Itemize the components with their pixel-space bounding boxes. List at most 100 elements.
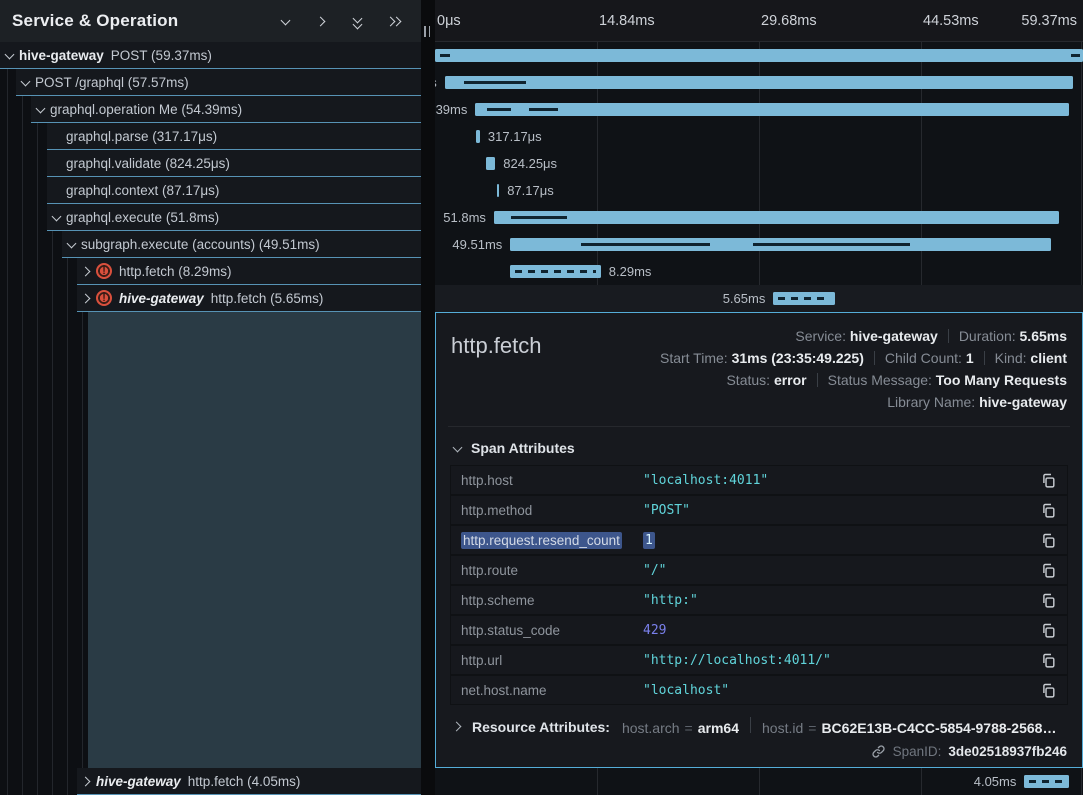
copy-icon[interactable] [1040, 622, 1057, 639]
span-duration-label: 317.17μs [488, 123, 542, 150]
operation-name: graphql.context (87.17μs) [66, 183, 219, 198]
attribute-key: http.route [461, 563, 643, 578]
span-duration-bar[interactable] [510, 238, 1050, 251]
copy-icon[interactable] [1040, 652, 1057, 669]
span-tree-row[interactable]: POST /graphql (57.57ms) [16, 69, 421, 96]
operation-name: http.fetch (4.05ms) [188, 774, 301, 789]
timeline-row[interactable] [435, 42, 1083, 69]
span-duration-bar[interactable] [486, 157, 495, 170]
meta-divider [874, 351, 875, 365]
timeline-row[interactable]: 87.17μs [435, 177, 1083, 204]
meta-label: Child Count: [885, 350, 966, 366]
span-tree-row[interactable]: hive-gatewayPOST (59.37ms) [0, 42, 421, 69]
span-tree-row[interactable]: !http.fetch (8.29ms) [77, 258, 421, 285]
resource-key: host.arch [622, 720, 680, 736]
timeline-axis: 0μs14.84ms29.68ms44.53ms59.37ms [435, 0, 1083, 42]
span-id-row: SpanID: 3de02518937fb246 [451, 744, 1067, 759]
attribute-row[interactable]: http.method"POST" [451, 496, 1067, 524]
chevron-down-icon[interactable] [21, 75, 30, 90]
attribute-row[interactable]: http.host"localhost:4011" [451, 466, 1067, 494]
span-duration-bar[interactable] [494, 211, 1059, 224]
operation-name: graphql.execute (51.8ms) [66, 210, 219, 225]
span-attributes-header[interactable]: Span Attributes [453, 440, 1067, 456]
span-tree-row[interactable]: graphql.validate (824.25μs) [47, 150, 421, 177]
span-duration-bar[interactable] [435, 49, 1083, 62]
chevron-down-icon[interactable] [5, 48, 14, 63]
panel-title: Service & Operation [12, 11, 277, 31]
copy-icon[interactable] [1040, 592, 1057, 609]
attribute-row[interactable]: http.status_code429 [451, 616, 1067, 644]
copy-icon[interactable] [1040, 502, 1057, 519]
span-duration-bar[interactable] [475, 103, 1069, 116]
double-chevron-down-icon[interactable] [349, 13, 365, 29]
chevron-right-icon[interactable] [82, 291, 91, 306]
span-tree-row[interactable]: graphql.context (87.17μs) [47, 177, 421, 204]
chevron-right-icon[interactable] [313, 13, 329, 29]
meta-value: 5.65ms [1020, 328, 1067, 344]
meta-value: 31ms (23:35:49.225) [732, 350, 864, 366]
timeline-panel: 0μs14.84ms29.68ms44.53ms59.37ms 57.57ms5… [435, 0, 1083, 795]
operation-name: http.fetch (8.29ms) [119, 264, 232, 279]
resource-attributes-row[interactable]: Resource Attributes: host.arch=arm64host… [453, 717, 1067, 736]
chevron-right-icon[interactable] [82, 774, 91, 789]
meta-label: Library Name: [887, 394, 979, 410]
attribute-value: "http://localhost:4011/" [643, 653, 1032, 668]
attribute-value: 429 [643, 623, 1032, 638]
copy-icon[interactable] [1040, 562, 1057, 579]
chevron-right-icon[interactable] [82, 264, 91, 279]
span-tree-row[interactable]: !hive-gatewayhttp.fetch (5.65ms) [77, 285, 421, 312]
timeline-row[interactable]: 57.57ms [435, 69, 1083, 96]
timeline-row[interactable]: 5.65ms [435, 285, 1083, 312]
span-attributes-table: http.host"localhost:4011"http.method"POS… [451, 466, 1067, 704]
attribute-row[interactable]: http.route"/" [451, 556, 1067, 584]
timeline-row[interactable]: 8.29ms [435, 258, 1083, 285]
span-tree-row[interactable]: subgraph.execute (accounts) (49.51ms) [62, 231, 421, 258]
attribute-key: http.host [461, 473, 643, 488]
timeline-row[interactable]: 51.8ms [435, 204, 1083, 231]
timeline-row[interactable]: 4.05ms [435, 768, 1083, 795]
span-duration-bar[interactable] [773, 292, 835, 305]
operation-name: POST /graphql (57.57ms) [35, 75, 189, 90]
timeline-row[interactable]: 49.51ms [435, 231, 1083, 258]
span-tree-row[interactable]: graphql.execute (51.8ms) [47, 204, 421, 231]
meta-value: Too Many Requests [936, 372, 1067, 388]
span-duration-bar[interactable] [1024, 775, 1068, 788]
attribute-row[interactable]: http.request.resend_count1 [451, 526, 1067, 554]
meta-label: Status Message: [828, 372, 936, 388]
attribute-value: "http:" [643, 593, 1032, 608]
chevron-down-icon[interactable] [277, 13, 293, 29]
copy-icon[interactable] [1040, 532, 1057, 549]
chevron-down-icon[interactable] [52, 210, 61, 225]
timeline-row[interactable]: 824.25μs [435, 150, 1083, 177]
attribute-row[interactable]: http.scheme"http:" [451, 586, 1067, 614]
attribute-row[interactable]: net.host.name"localhost" [451, 676, 1067, 704]
indent-guide-line [7, 42, 8, 795]
attribute-value: 1 [643, 533, 1032, 548]
timeline-row[interactable]: 54.39ms [435, 96, 1083, 123]
span-duration-bar[interactable] [497, 184, 499, 197]
copy-icon[interactable] [1040, 472, 1057, 489]
span-duration-bar[interactable] [510, 265, 600, 278]
attribute-row[interactable]: http.url"http://localhost:4011/" [451, 646, 1067, 674]
attribute-value: "localhost:4011" [643, 473, 1032, 488]
chevron-down-icon[interactable] [67, 237, 76, 252]
span-duration-bar[interactable] [445, 76, 1073, 89]
span-tree-row[interactable]: graphql.parse (317.17μs) [47, 123, 421, 150]
column-resize-handle[interactable] [424, 26, 430, 37]
section-divider [448, 426, 1070, 427]
resource-value: arm64 [698, 720, 739, 736]
span-duration-bar[interactable] [476, 130, 479, 143]
span-duration-label: 51.8ms [443, 204, 486, 231]
span-duration-label: 57.57ms [435, 69, 437, 96]
span-tree-row[interactable]: graphql.operation Me (54.39ms) [31, 96, 421, 123]
chevron-down-icon[interactable] [36, 102, 45, 117]
double-chevron-right-icon[interactable] [385, 13, 401, 29]
copy-icon[interactable] [1040, 682, 1057, 699]
timeline-row[interactable]: 317.17μs [435, 123, 1083, 150]
axis-tick-label: 59.37ms [1021, 0, 1077, 42]
trace-viewer: hive-gatewayPOST (59.37ms) POST /graphql … [0, 0, 1083, 795]
span-tree-row[interactable]: hive-gatewayhttp.fetch (4.05ms) [77, 768, 421, 795]
span-duration-label: 87.17μs [507, 177, 554, 204]
meta-label: Start Time: [660, 350, 732, 366]
attribute-value: "/" [643, 563, 1032, 578]
